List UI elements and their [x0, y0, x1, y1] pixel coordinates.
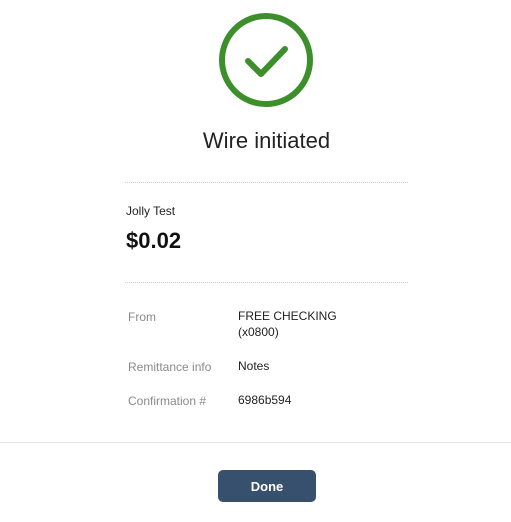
- from-value: FREE CHECKING (x0800): [238, 308, 337, 340]
- confirmation-value: 6986b594: [238, 393, 292, 407]
- checkmark-circle-icon: [219, 13, 313, 107]
- divider: [125, 182, 408, 183]
- from-label: From: [128, 310, 156, 324]
- remittance-label: Remittance info: [128, 360, 212, 374]
- from-account-number: (x0800): [238, 325, 279, 339]
- payee-name: Jolly Test: [126, 204, 176, 218]
- page-title: Wire initiated: [202, 128, 331, 153]
- wire-amount: $0.02: [126, 228, 182, 253]
- done-button[interactable]: Done: [218, 470, 316, 502]
- footer-divider: [0, 442, 511, 443]
- confirmation-label: Confirmation #: [128, 394, 207, 408]
- remittance-value: Notes: [238, 359, 270, 373]
- divider: [125, 282, 408, 283]
- from-account-name: FREE CHECKING: [238, 309, 337, 323]
